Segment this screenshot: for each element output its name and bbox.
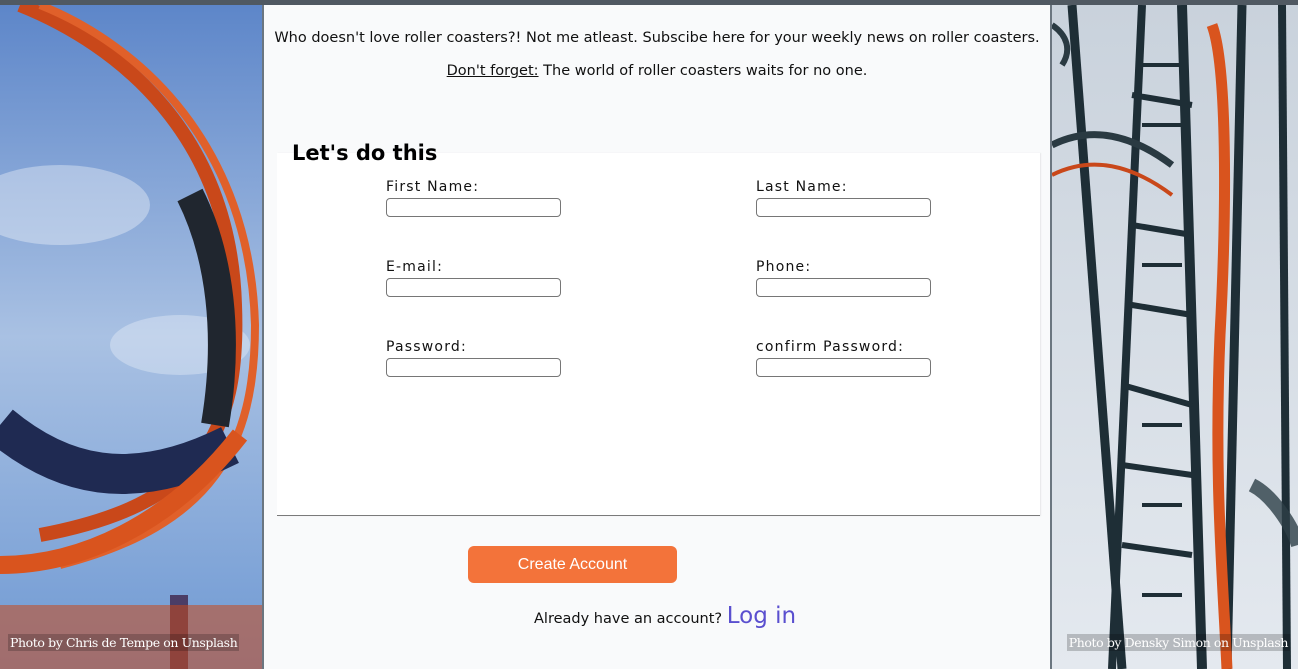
reminder-label: Don't forget: xyxy=(446,63,539,79)
create-account-button[interactable]: Create Account xyxy=(468,546,677,583)
login-link[interactable]: Log in xyxy=(727,603,796,629)
confirm-password-input[interactable] xyxy=(756,358,931,377)
reminder-text: The world of roller coasters waits for n… xyxy=(538,63,868,79)
phone-label: Phone: xyxy=(756,259,812,275)
intro-text: Who doesn't love roller coasters?! Not m… xyxy=(264,30,1050,96)
signup-panel: Who doesn't love roller coasters?! Not m… xyxy=(264,5,1050,669)
login-prompt: Already have an account? Log in xyxy=(534,603,796,629)
last-name-label: Last Name: xyxy=(756,179,848,195)
right-photo-credit: Photo by Densky Simon on Unsplash xyxy=(1066,634,1290,651)
signup-form: Let's do this First Name: Last Name: E-m… xyxy=(277,141,1040,516)
left-photo-credit: Photo by Chris de Tempe on Unsplash xyxy=(8,634,240,651)
email-field-group: E-mail: xyxy=(386,259,561,297)
password-label: Password: xyxy=(386,339,467,355)
email-label: E-mail: xyxy=(386,259,444,275)
login-prompt-text: Already have an account? xyxy=(534,611,727,627)
password-field-group: Password: xyxy=(386,339,561,377)
last-name-field-group: Last Name: xyxy=(756,179,931,217)
first-name-field-group: First Name: xyxy=(386,179,561,217)
reminder-line: Don't forget: The world of roller coaste… xyxy=(264,63,1050,79)
last-name-input[interactable] xyxy=(756,198,931,217)
confirm-password-field-group: confirm Password: xyxy=(756,339,931,377)
left-roller-coaster-photo: Photo by Chris de Tempe on Unsplash xyxy=(0,5,262,669)
right-photo-image xyxy=(1052,5,1298,669)
right-roller-coaster-photo: Photo by Densky Simon on Unsplash xyxy=(1052,5,1298,669)
phone-field-group: Phone: xyxy=(756,259,931,297)
phone-input[interactable] xyxy=(756,278,931,297)
password-input[interactable] xyxy=(386,358,561,377)
left-photo-image xyxy=(0,5,262,669)
intro-line: Who doesn't love roller coasters?! Not m… xyxy=(274,30,1040,46)
form-title: Let's do this xyxy=(292,141,438,165)
confirm-password-label: confirm Password: xyxy=(756,339,905,355)
first-name-label: First Name: xyxy=(386,179,480,195)
email-input[interactable] xyxy=(386,278,561,297)
first-name-input[interactable] xyxy=(386,198,561,217)
